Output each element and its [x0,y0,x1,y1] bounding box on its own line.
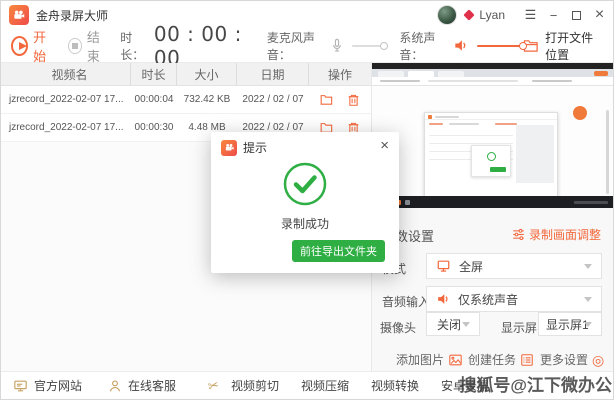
video-duration: 00:00:04 [134,94,174,105]
microphone-icon [330,38,344,53]
success-dialog: 提示 × 录制成功 前往导出文件夹 [211,132,399,273]
add-image-link[interactable]: 添加图片 [396,351,463,368]
video-cut-link[interactable]: 视频剪切 [231,377,279,394]
mic-volume-label: 麦克风声音： [266,30,315,62]
system-volume-slider[interactable] [477,41,528,50]
username: Lyan [479,8,505,22]
dialog-close-icon[interactable]: × [380,138,389,153]
dialog-title: 提示 [243,141,268,155]
video-compress-link[interactable]: 视频压缩 [301,377,349,394]
close-button[interactable]: × [588,1,611,29]
create-task-link[interactable]: 创建任务 [468,351,534,368]
preview-page [372,86,613,204]
system-slider-knob[interactable] [519,41,528,50]
title-bar: 金舟录屏大师 Lyan ☰ − × [1,1,613,29]
person-icon [108,379,122,393]
dialog-logo-icon [221,139,237,156]
dialog-message: 录制成功 [280,217,329,231]
app-window: 金舟录屏大师 Lyan ☰ − × 开始 结束 时长： 00 : 00 : 00… [0,0,614,400]
avatar [437,5,458,25]
speaker-icon [436,292,450,306]
header-date: 日期 [237,63,309,85]
audio-input-select[interactable]: 仅系统声音 [426,286,602,312]
preview-app-window [424,112,558,204]
duration-label: 时长： [120,30,145,62]
display-select[interactable]: 显示屏1 [538,312,602,336]
support-link[interactable]: 在线客服 [108,377,176,394]
mic-slider-knob[interactable] [380,41,389,50]
watermark: 搜狐号@江下微办公 [459,376,612,395]
preview-dialog [471,145,511,177]
go-to-export-folder-button[interactable]: 前往导出文件夹 [292,240,385,262]
header-duration: 时长 [131,63,177,85]
success-check-icon [282,161,328,212]
official-site-link[interactable]: 官方网站 [13,377,82,394]
system-volume-label: 系统声音： [399,30,436,62]
header-actions: 操作 [327,67,352,82]
more-settings-link[interactable]: 更多设置 ◎ [540,351,604,368]
video-name: jzrecord_2022-02-07 17... [9,122,124,133]
preview-promo-badge [573,106,587,120]
chevron-down-icon [584,297,592,302]
video-convert-link[interactable]: 视频转换 [371,377,419,394]
minimize-button[interactable]: − [542,1,565,29]
sliders-icon [513,228,524,241]
start-record-button[interactable]: 开始 [11,27,54,65]
speaker-icon [453,38,468,53]
display-value: 显示屏1 [546,317,589,332]
preview-browser-toolbar [372,77,613,86]
mic-volume-slider[interactable] [352,41,389,50]
header-video-name: 视频名 [1,63,131,85]
chevron-down-icon [462,322,470,327]
video-date: 2022 / 02 / 07 [242,94,304,105]
video-duration: 00:00:30 [134,122,174,133]
mode-value: 全屏 [459,259,484,274]
maximize-button[interactable] [565,1,588,29]
display-label: 显示屏 [501,321,538,335]
settings-panel: 参数设置 录制画面调整 模式 全屏 音频输入 [371,63,613,371]
maximize-icon [572,10,581,20]
preview-scrollbar [606,110,609,194]
adjust-record-area-link[interactable]: 录制画面调整 [512,226,601,243]
mode-select[interactable]: 全屏 [426,253,602,279]
table-header: 视频名 时长 大小 日期 操作 [1,63,371,86]
play-icon [11,35,29,56]
chevron-down-icon [584,264,592,269]
table-row[interactable]: jzrecord_2022-02-07 17... 00:00:04 732.4… [1,86,371,114]
delete-button[interactable] [347,93,360,107]
audio-input-label: 音频输入 [382,295,431,309]
gear-icon: ◎ [592,351,605,368]
open-file-location-button[interactable]: 打开文件位置 [523,29,603,63]
website-icon [13,379,28,393]
stop-icon [68,37,82,54]
screen-preview [372,63,613,208]
video-size: 732.42 KB [183,94,231,105]
chevron-down-icon [584,322,592,327]
camera-value: 关闭 [437,317,462,332]
image-icon [448,353,463,367]
header-size: 大小 [177,63,237,85]
settings-form: 参数设置 录制画面调整 模式 全屏 音频输入 [372,208,613,371]
preview-taskbar [372,196,613,208]
menu-button[interactable]: ☰ [519,1,542,29]
stop-record-button[interactable]: 结束 [68,27,108,65]
account-menu[interactable]: Lyan [437,5,519,25]
app-title: 金舟录屏大师 [36,8,109,23]
open-folder-button[interactable] [320,93,334,106]
app-logo-icon [9,5,29,25]
audio-input-value: 仅系统声音 [458,292,519,307]
scissors-icon: ✂ [206,376,221,394]
record-toolbar: 开始 结束 时长： 00 : 00 : 00 麦克风声音： 系统声音： 打开文件… [1,22,613,70]
vip-gem-icon [463,9,476,21]
video-name: jzrecord_2022-02-07 17... [9,94,124,105]
task-list-icon [520,353,534,367]
preview-browser-tabs [372,69,613,77]
monitor-icon [436,259,451,273]
camera-label: 摄像头 [380,321,417,335]
camera-select[interactable]: 关闭 [426,312,480,336]
